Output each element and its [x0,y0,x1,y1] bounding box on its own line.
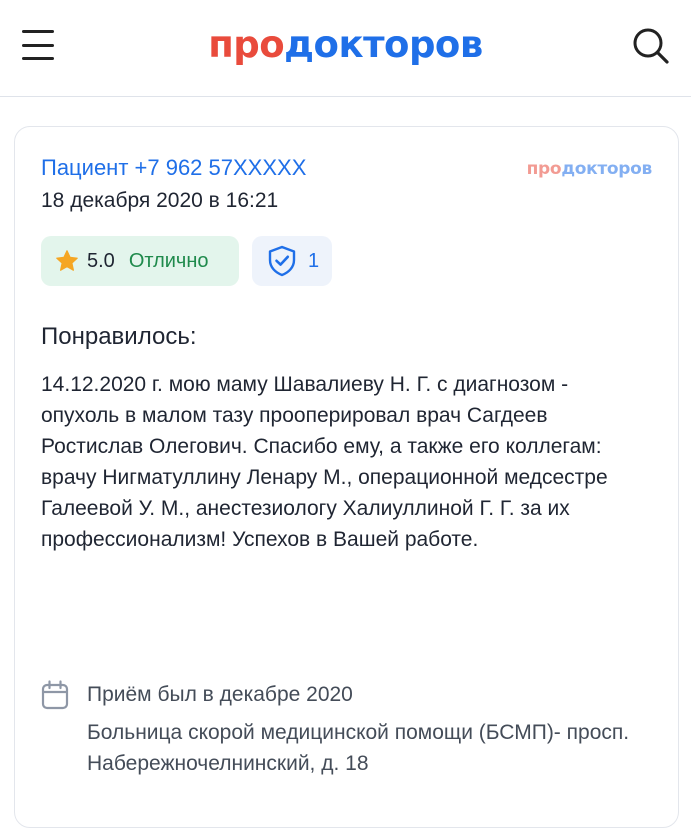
source-logo-blue: докторов [561,159,652,179]
liked-section-text: 14.12.2020 г. мою маму Шавалиеву Н. Г. с… [41,373,608,551]
source-logo-red: про [526,159,562,179]
search-icon [633,28,669,64]
logo-part-blue: докторов [284,23,483,66]
star-icon [56,250,78,271]
logo-part-red: про [208,23,285,66]
site-logo[interactable]: продокторов [0,22,691,68]
liked-section-title: Понравилось: [41,323,197,350]
visit-date: Приём был в декабре 2020 [87,683,353,706]
review-date: 18 декабря 2020 в 16:21 [41,189,279,212]
top-header: продокторов [0,0,691,97]
rating-label: Отлично [128,249,209,272]
search-button[interactable] [631,26,671,66]
verification-badge[interactable]: 1 [252,236,332,286]
review-author[interactable]: Пациент +7 962 57XXXXX [41,155,306,181]
source-logo: продокторов [526,159,653,179]
rating-score: 5.0 [87,249,115,272]
verification-count: 1 [308,249,320,272]
shield-check-icon [268,245,296,277]
review-card: Пациент +7 962 57XXXXX 18 декабря 2020 в… [14,126,679,828]
visit-place[interactable]: Больница скорой медицинской помощи (БСМП… [87,717,667,779]
rating-badge: 5.0 Отлично [41,236,239,286]
calendar-icon [41,680,69,710]
